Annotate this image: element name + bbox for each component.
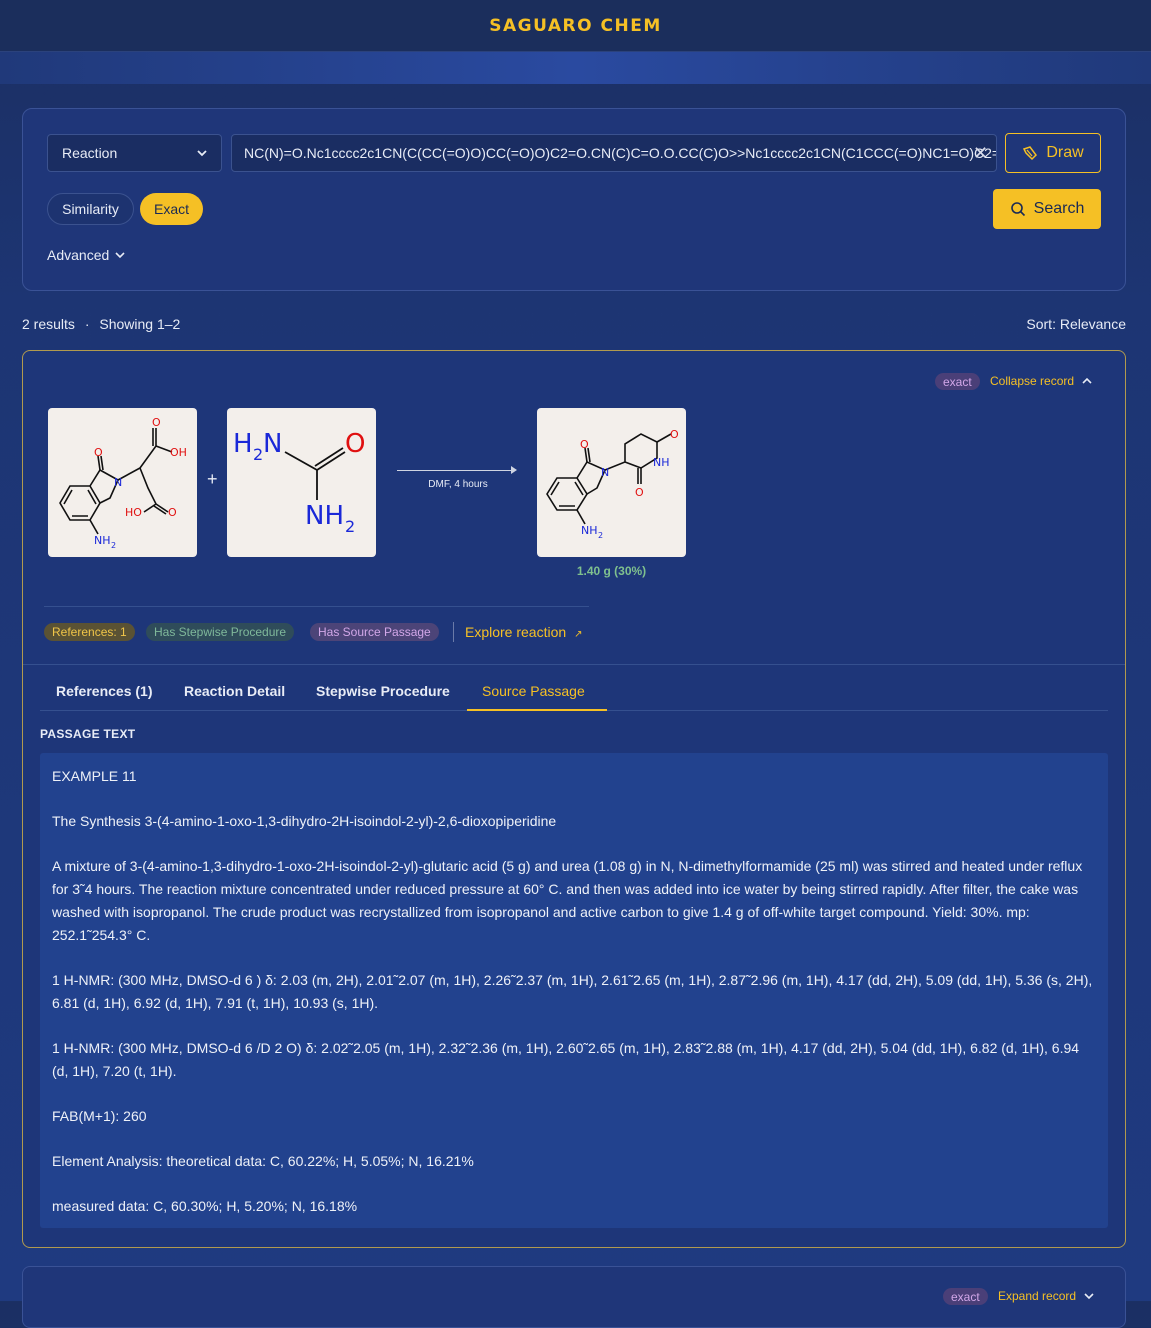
atom-subscript: 2 [345, 517, 355, 536]
molecule-drawing: H 2 N O NH 2 [233, 429, 365, 536]
passage-paragraph: FAB(M+1): 260 [52, 1108, 147, 1124]
tab-references[interactable]: References (1) [56, 683, 153, 699]
atom-label: OH [170, 446, 187, 459]
collapse-label: Collapse record [990, 374, 1075, 388]
atom-label: O [635, 486, 644, 499]
pencil-icon [1023, 146, 1038, 161]
molecule-drawing: O N O OH HO O NH 2 [59, 416, 187, 550]
atom-label: NH [305, 501, 344, 531]
draw-button[interactable]: Draw [1005, 133, 1101, 173]
passage-paragraph: Element Analysis: theoretical data: C, 6… [52, 1153, 474, 1169]
atom-subscript: 2 [111, 541, 116, 550]
query-input[interactable]: NC(N)=O.Nc1cccc2c1CN(C(CC(=O)O)CC(=O)O)C… [231, 134, 997, 172]
atom-label: N [114, 476, 122, 489]
search-button[interactable]: Search [993, 189, 1101, 229]
draw-label: Draw [1046, 144, 1084, 161]
plus-sign: + [207, 469, 218, 489]
passage-paragraph: measured data: C, 60.30%; H, 5.20%; N, 1… [52, 1198, 358, 1214]
passage-text: EXAMPLE 11 The Synthesis 3-(4-amino-1-ox… [40, 753, 1108, 1228]
advanced-label: Advanced [47, 247, 110, 263]
atom-subscript: 2 [598, 531, 603, 540]
atom-label: HO [125, 506, 142, 519]
sort-select[interactable]: Sort: Relevance [1026, 316, 1126, 332]
atom-label: NH [653, 456, 670, 469]
result-record: exact Expand record [22, 1266, 1126, 1328]
tab-source-passage[interactable]: Source Passage [482, 683, 585, 699]
passage-paragraph: The Synthesis 3-(4-amino-1-oxo-1,3-dihyd… [52, 813, 557, 829]
atom-label: O [168, 506, 177, 519]
search-icon [1010, 202, 1025, 217]
search-panel: Reaction NC(N)=O.Nc1cccc2c1CN(C(CC(=O)O)… [22, 108, 1126, 291]
clear-icon[interactable]: ✕ [973, 143, 988, 164]
search-label: Search [1033, 200, 1085, 217]
divider [453, 622, 454, 642]
passage-paragraph: 1 H-NMR: (300 MHz, DMSO-d 6 /D 2 O) δ: 2… [52, 1040, 1080, 1079]
results-summary: 2 results · Showing 1–2 [22, 316, 180, 332]
exact-label: Exact [153, 201, 189, 217]
chevron-down-icon [115, 252, 125, 259]
atom-label: O [94, 446, 103, 459]
atom-label: O [580, 438, 589, 451]
explore-reaction-link[interactable]: Explore reaction ↗ [465, 624, 582, 640]
passage-paragraph: 1 H-NMR: (300 MHz, DMSO-d 6 ) δ: 2.03 (m… [52, 972, 1093, 1011]
similarity-mode-button[interactable]: Similarity [47, 193, 134, 225]
references-tag: References: 1 [44, 623, 135, 641]
reaction-arrow-head [511, 466, 517, 474]
match-type-badge: exact [935, 373, 980, 390]
passage-paragraph: A mixture of 3-(4-amino-1,3-dihydro-1-ox… [52, 858, 1083, 943]
chevron-up-icon [1082, 377, 1092, 384]
product-structure[interactable]: O N O NH O NH 2 [537, 408, 686, 557]
divider [23, 664, 1125, 665]
passage-paragraph: EXAMPLE 11 [52, 768, 137, 784]
tab-reaction-detail[interactable]: Reaction Detail [184, 683, 285, 699]
results-count: 2 results [22, 316, 75, 332]
search-type-value: Reaction [62, 145, 118, 161]
molecule-drawing: O N O NH O NH 2 [546, 428, 679, 540]
app-header: SAGUARO CHEM [0, 0, 1151, 52]
chevron-down-icon [1084, 1293, 1094, 1300]
similarity-label: Similarity [62, 201, 119, 217]
tab-stepwise-procedure[interactable]: Stepwise Procedure [316, 683, 450, 699]
header-band [0, 52, 1151, 84]
advanced-toggle[interactable]: Advanced [47, 247, 125, 263]
logo[interactable]: SAGUARO CHEM [489, 16, 662, 36]
passage-label: PASSAGE TEXT [40, 727, 136, 741]
stepwise-tag: Has Stepwise Procedure [146, 623, 295, 641]
divider [44, 606, 589, 607]
query-value: NC(N)=O.Nc1cccc2c1CN(C(CC(=O)O)CC(=O)O)C… [244, 145, 997, 161]
results-separator: · [84, 316, 90, 332]
result-record: exact Collapse record O N O OH HO O NH 2… [22, 350, 1126, 1248]
atom-label: N [601, 466, 609, 479]
product-yield: 1.40 g (30%) [576, 564, 647, 578]
atom-label: H [233, 429, 253, 459]
explore-label: Explore reaction [465, 624, 567, 640]
reaction-arrow [397, 470, 515, 471]
atom-label: N [263, 429, 282, 459]
search-type-select[interactable]: Reaction [47, 134, 222, 172]
results-showing: Showing 1–2 [99, 316, 181, 332]
atom-label: NH [94, 534, 111, 547]
atom-label: O [670, 428, 679, 441]
reactant-structure-2[interactable]: H 2 N O NH 2 [227, 408, 376, 557]
collapse-record-button[interactable]: Collapse record [990, 374, 1092, 388]
match-type-badge: exact [943, 1288, 988, 1305]
exact-mode-button[interactable]: Exact [140, 193, 203, 225]
reactant-structure-1[interactable]: O N O OH HO O NH 2 [48, 408, 197, 557]
atom-label: NH [581, 524, 598, 537]
atom-label: O [345, 429, 365, 459]
active-tab-indicator [467, 709, 607, 711]
atom-label: O [152, 416, 161, 429]
reaction-conditions: DMF, 4 hours [428, 479, 488, 490]
atom-subscript: 2 [253, 445, 263, 464]
chevron-down-icon [197, 150, 207, 157]
source-passage-tag: Has Source Passage [310, 623, 439, 641]
external-link-icon: ↗ [574, 629, 583, 640]
